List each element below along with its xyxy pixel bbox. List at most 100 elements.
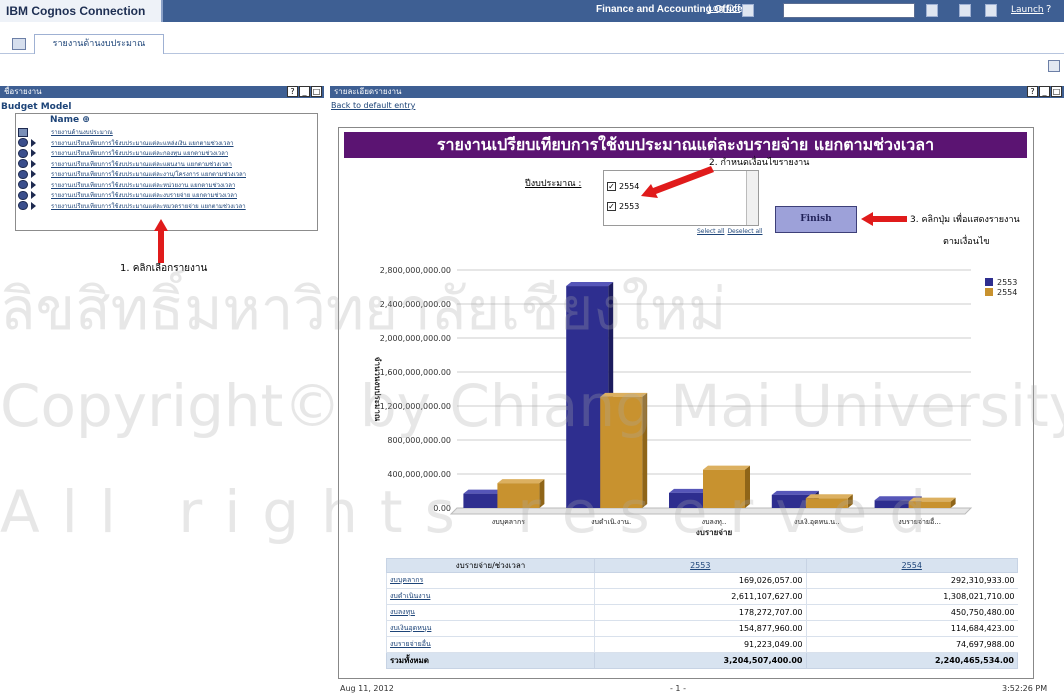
minimize-button[interactable]: _ <box>299 86 310 97</box>
red-arrow-1 <box>154 219 168 263</box>
x-tick-label: งบดำเนิ.งาน. <box>591 518 631 526</box>
report-list: Name ⊕ รายงานด้านงบประมาณ รายงานเปรียบเที… <box>15 113 318 231</box>
chart-floor <box>449 507 973 515</box>
bar-top <box>771 490 819 495</box>
total-row: รวมทั้งหมด 3,204,507,400.00 2,240,465,534.… <box>386 652 1018 669</box>
run-icon[interactable] <box>31 138 36 147</box>
deselect-all-link[interactable]: Deselect all <box>727 228 762 235</box>
category-link[interactable]: งบเงินอุดหนุน <box>386 620 595 637</box>
report-list-item[interactable]: รายงานเปรียบเทียบการใช้งบประมาณแต่ละหมวด… <box>16 201 317 212</box>
year-option-2553[interactable]: ✓ 2553 <box>607 200 639 212</box>
report-link[interactable]: รายงานเปรียบเทียบการใช้งบประมาณแต่ละกองท… <box>51 148 228 158</box>
report-list-header: ชื่อรายงาน ? _ □ <box>0 86 324 98</box>
value-2554: 292,310,933.00 <box>805 572 1018 589</box>
y-tick-label: 2,800,000,000.00 <box>380 266 451 275</box>
report-link[interactable]: รายงานเปรียบเทียบการใช้งบประมาณแต่ละหมวด… <box>51 201 246 211</box>
report-link[interactable]: รายงานเปรียบเทียบการใช้งบประมาณแต่ละหน่ว… <box>51 180 235 190</box>
legend-label: 2554 <box>997 288 1017 297</box>
checkbox-2554[interactable]: ✓ <box>607 181 616 191</box>
report-link[interactable]: รายงานด้านงบประมาณ <box>51 127 113 137</box>
report-link[interactable]: รายงานเปรียบเทียบการใช้งบประมาณแต่ละงาน/… <box>51 169 246 179</box>
run-icon[interactable] <box>31 159 36 168</box>
fiscal-year-label: ปีงบประมาณ : <box>525 179 582 189</box>
finish-button[interactable]: Finish <box>775 206 857 233</box>
minimize-button-right[interactable]: _ <box>1039 86 1050 97</box>
red-arrow-2 <box>641 166 714 198</box>
help-button[interactable]: ? <box>287 86 298 97</box>
report-list-item[interactable]: รายงานเปรียบเทียบการใช้งบประมาณแต่ละแผนง… <box>16 159 317 170</box>
logoff-link[interactable]: Log Off <box>708 4 740 14</box>
run-icon[interactable] <box>31 191 36 200</box>
report-icon <box>18 138 28 148</box>
section-title: Budget Model <box>1 102 72 112</box>
report-list-item[interactable]: รายงานเปรียบเทียบการใช้งบประมาณแต่ละแหล่… <box>16 138 317 149</box>
bar-2554-2 <box>703 469 745 508</box>
run-icon[interactable] <box>31 170 36 179</box>
report-link[interactable]: รายงานเปรียบเทียบการใช้งบประมาณแต่ละแผนง… <box>51 159 232 169</box>
category-link[interactable]: งบบุคลากร <box>386 572 595 589</box>
search-input[interactable] <box>783 3 915 18</box>
report-icon <box>18 201 28 211</box>
total-2553: 3,204,507,400.00 <box>594 652 807 669</box>
bar-chart: 0.00 400,000,000.00 800,000,000.00 1,200,00… <box>373 266 1017 537</box>
report-list-panel: Budget Model Name ⊕ รายงานด้านงบประมาณ รา… <box>0 99 324 274</box>
maximize-button-right[interactable]: □ <box>1051 86 1062 97</box>
bar-top <box>566 282 614 287</box>
maximize-button[interactable]: □ <box>311 86 322 97</box>
name-column-header[interactable]: Name ⊕ <box>16 114 317 127</box>
report-list-item[interactable]: รายงานเปรียบเทียบการใช้งบประมาณแต่ละกองท… <box>16 148 317 159</box>
report-list-item[interactable]: รายงานเปรียบเทียบการใช้งบประมาณแต่ละงบรา… <box>16 190 317 201</box>
tab-budget-reports[interactable]: รายงานด้านงบประมาณ <box>34 34 164 54</box>
report-list-item[interactable]: รายงานเปรียบเทียบการใช้งบประมาณแต่ละงาน/… <box>16 169 317 180</box>
panel-controls: ? _ □ <box>286 86 322 98</box>
report-link[interactable]: รายงานเปรียบเทียบการใช้งบประมาณแต่ละงบรา… <box>51 190 237 200</box>
report-list-header-title: ชื่อรายงาน <box>4 87 42 96</box>
bar-top <box>600 392 648 397</box>
report-list-item[interactable]: รายงานเปรียบเทียบการใช้งบประมาณแต่ละหน่ว… <box>16 180 317 191</box>
run-icon[interactable] <box>31 180 36 189</box>
back-to-default-link[interactable]: Back to default entry <box>331 101 415 110</box>
category-link[interactable]: งบดำเนินงาน <box>386 588 595 605</box>
checkbox-2553[interactable]: ✓ <box>607 201 616 211</box>
value-2554: 1,308,021,710.00 <box>805 588 1018 605</box>
y-tick-label: 0.00 <box>433 504 451 513</box>
report-list-item[interactable]: รายงานด้านงบประมาณ <box>16 127 317 138</box>
value-2554: 74,697,988.00 <box>805 636 1018 653</box>
col-header-2553[interactable]: 2553 <box>594 558 807 573</box>
portal-layout-icon[interactable] <box>1048 60 1060 72</box>
legend-swatch-2553 <box>985 278 993 286</box>
run-icon[interactable] <box>31 149 36 158</box>
year-option-2554[interactable]: ✓ 2554 <box>607 180 639 192</box>
app-title: IBM Cognos Connection <box>0 0 163 22</box>
report-link[interactable]: รายงานเปรียบเทียบการใช้งบประมาณแต่ละแหล่… <box>51 138 234 148</box>
value-2553: 91,223,049.00 <box>594 636 806 653</box>
category-link[interactable]: งบรายจ่ายอื่น <box>386 636 595 653</box>
bar-2554-4 <box>908 501 951 508</box>
user-icon[interactable] <box>985 4 997 17</box>
bar-2554-0 <box>497 483 540 508</box>
col-header-2554[interactable]: 2554 <box>805 558 1018 573</box>
footer-page: - 1 - <box>670 684 686 693</box>
tab-row: รายงานด้านงบประมาณ <box>0 22 1064 54</box>
my-area-icon[interactable] <box>742 4 754 17</box>
top-bar: IBM Cognos Connection Finance and Accoun… <box>0 0 1064 22</box>
y-tick-label: 400,000,000.00 <box>387 470 451 479</box>
help-button-right[interactable]: ? <box>1027 86 1038 97</box>
home-icon[interactable] <box>959 4 971 17</box>
select-links: Select all Deselect all <box>697 228 766 235</box>
report-frame: รายงานเปรียบเทียบการใช้งบประมาณแต่ละงบรา… <box>338 127 1034 679</box>
x-axis-label: งบรายจ่าย <box>696 528 733 537</box>
table-row: งบดำเนินงาน 2,611,107,627.00 1,308,021,710… <box>386 588 1018 605</box>
category-link[interactable]: งบลงทุน <box>386 604 595 621</box>
y-tick-label: 800,000,000.00 <box>387 436 451 445</box>
y-tick-label: 2,000,000,000.00 <box>380 334 451 343</box>
help-icon[interactable]: ? <box>1046 4 1051 15</box>
bar-2554-1 <box>600 396 643 508</box>
page-tools-icon[interactable] <box>926 4 938 17</box>
footer-time: 3:52:26 PM <box>1002 684 1048 693</box>
run-icon[interactable] <box>31 201 36 210</box>
listbox-scrollbar[interactable] <box>746 171 758 225</box>
table-row: งบบุคลากร 169,026,057.00 292,310,933.00 <box>386 572 1018 589</box>
select-all-link[interactable]: Select all <box>697 228 724 235</box>
launch-menu[interactable]: Launch <box>1011 5 1044 15</box>
